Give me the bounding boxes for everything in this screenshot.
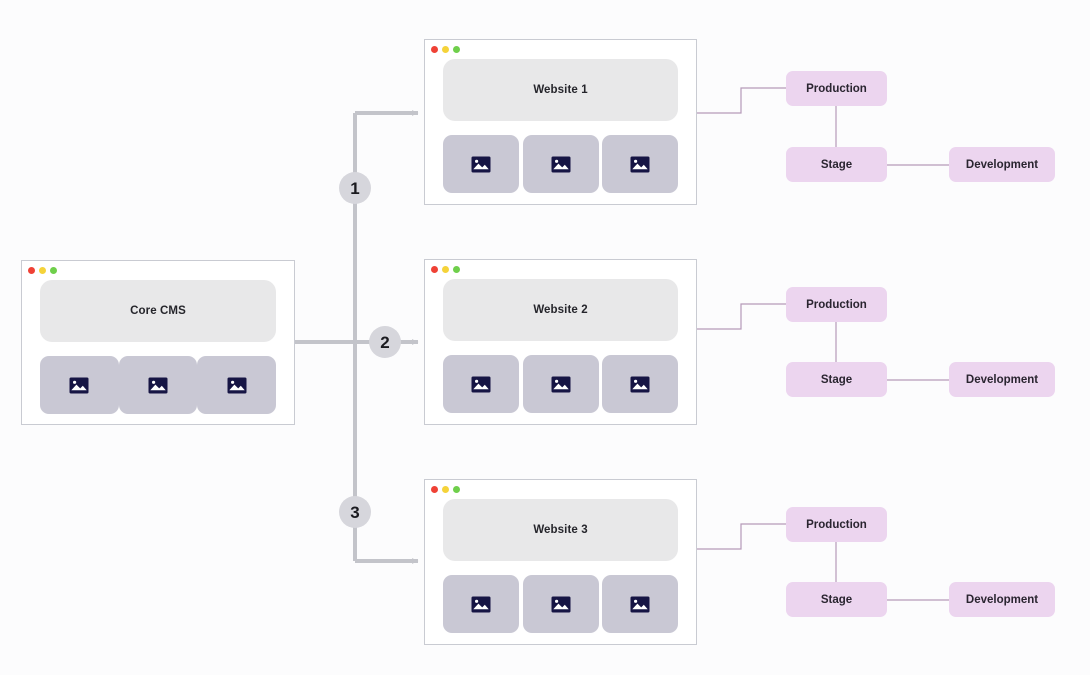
step-badge-3[interactable]: 3 [339, 496, 371, 528]
core-cms-title: Core CMS [130, 305, 186, 317]
hero-banner: Website 3 [443, 499, 678, 561]
thumbnail-card[interactable] [443, 575, 519, 633]
thumbnail-row [443, 355, 678, 413]
step-badge-label: 1 [350, 178, 360, 198]
development-label: Development [965, 158, 1039, 171]
stage-label: Stage [820, 373, 853, 386]
edge-site3-to-production [697, 523, 786, 550]
stage-node-1[interactable]: Stage [786, 147, 887, 182]
production-node-3[interactable]: Production [786, 507, 887, 542]
traffic-light-maximize-icon[interactable] [50, 267, 57, 274]
traffic-light-minimize-icon[interactable] [442, 486, 449, 493]
thumbnail-card[interactable] [602, 355, 678, 413]
step-badge-1[interactable]: 1 [339, 172, 371, 204]
image-placeholder-icon [630, 596, 650, 612]
window-titlebar [425, 480, 696, 499]
window-titlebar [22, 261, 294, 280]
traffic-light-close-icon[interactable] [431, 486, 438, 493]
development-node-1[interactable]: Development [949, 147, 1055, 182]
window-titlebar [425, 260, 696, 279]
diagram-canvas: Core CMS Website 1 Website 2 Website 3 1… [0, 0, 1090, 675]
thumbnail-card[interactable] [602, 135, 678, 193]
traffic-light-minimize-icon[interactable] [442, 46, 449, 53]
thumbnail-card[interactable] [522, 355, 599, 413]
website-title: Website 1 [533, 84, 588, 96]
step-badge-2[interactable]: 2 [369, 326, 401, 358]
thumbnail-card[interactable] [197, 356, 277, 414]
edge-site2-to-production [697, 303, 786, 330]
production-label: Production [806, 518, 867, 531]
image-placeholder-icon [148, 377, 168, 393]
hero-banner: Core CMS [40, 280, 276, 342]
image-placeholder-icon [69, 377, 89, 393]
core-cms-window[interactable]: Core CMS [21, 260, 295, 425]
development-label: Development [965, 593, 1039, 606]
traffic-light-minimize-icon[interactable] [442, 266, 449, 273]
image-placeholder-icon [551, 376, 570, 392]
website-title: Website 3 [533, 524, 588, 536]
thumbnail-card[interactable] [522, 575, 599, 633]
window-body: Website 1 [425, 59, 696, 209]
thumbnail-row [40, 356, 277, 414]
traffic-light-close-icon[interactable] [431, 266, 438, 273]
website-title: Website 2 [533, 304, 588, 316]
website-3-window[interactable]: Website 3 [424, 479, 697, 645]
traffic-light-maximize-icon[interactable] [453, 266, 460, 273]
production-node-2[interactable]: Production [786, 287, 887, 322]
traffic-light-minimize-icon[interactable] [39, 267, 46, 274]
thumbnail-row [443, 135, 678, 193]
step-badge-label: 3 [350, 502, 360, 522]
stage-node-3[interactable]: Stage [786, 582, 887, 617]
hero-banner: Website 1 [443, 59, 678, 121]
website-2-window[interactable]: Website 2 [424, 259, 697, 425]
traffic-light-maximize-icon[interactable] [453, 486, 460, 493]
image-placeholder-icon [227, 377, 247, 393]
thumbnail-card[interactable] [443, 355, 519, 413]
thumbnail-card[interactable] [118, 356, 198, 414]
production-label: Production [806, 298, 867, 311]
stage-label: Stage [820, 593, 853, 606]
edge-site1-to-production [697, 87, 786, 114]
thumbnail-card[interactable] [443, 135, 519, 193]
thumbnail-row [443, 575, 678, 633]
window-body: Website 2 [425, 279, 696, 429]
stage-node-2[interactable]: Stage [786, 362, 887, 397]
production-label: Production [806, 82, 867, 95]
image-placeholder-icon [471, 156, 491, 172]
image-placeholder-icon [630, 156, 650, 172]
image-placeholder-icon [551, 156, 570, 172]
traffic-light-close-icon[interactable] [28, 267, 35, 274]
development-node-2[interactable]: Development [949, 362, 1055, 397]
traffic-light-close-icon[interactable] [431, 46, 438, 53]
development-label: Development [965, 373, 1039, 386]
window-body: Core CMS [22, 280, 294, 430]
thumbnail-card[interactable] [40, 356, 119, 414]
window-titlebar [425, 40, 696, 59]
image-placeholder-icon [471, 596, 491, 612]
stage-label: Stage [820, 158, 853, 171]
website-1-window[interactable]: Website 1 [424, 39, 697, 205]
image-placeholder-icon [471, 376, 491, 392]
step-badge-label: 2 [380, 332, 390, 352]
traffic-light-maximize-icon[interactable] [453, 46, 460, 53]
development-node-3[interactable]: Development [949, 582, 1055, 617]
thumbnail-card[interactable] [522, 135, 599, 193]
image-placeholder-icon [551, 596, 570, 612]
window-body: Website 3 [425, 499, 696, 649]
thumbnail-card[interactable] [602, 575, 678, 633]
image-placeholder-icon [630, 376, 650, 392]
hero-banner: Website 2 [443, 279, 678, 341]
production-node-1[interactable]: Production [786, 71, 887, 106]
